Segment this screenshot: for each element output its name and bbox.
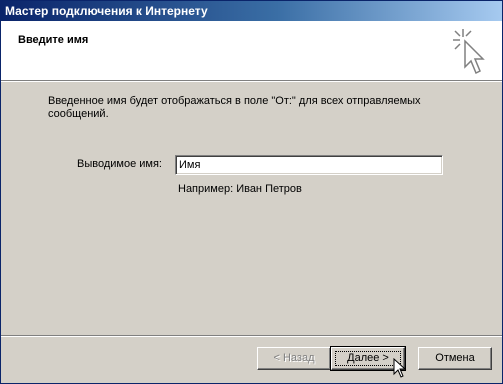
display-name-input[interactable]	[175, 155, 443, 175]
wizard-window: Мастер подключения к Интернету Введите и…	[0, 0, 503, 384]
wizard-header: Введите имя	[1, 21, 502, 80]
display-name-label: Выводимое имя:	[77, 158, 162, 170]
header-divider	[1, 80, 502, 82]
wizard-sparkle-cursor-icon	[453, 29, 485, 75]
footer-divider	[1, 335, 502, 337]
example-text: Например: Иван Петров	[178, 183, 302, 195]
window-title: Мастер подключения к Интернету	[5, 4, 208, 18]
title-bar[interactable]: Мастер подключения к Интернету	[1, 1, 502, 21]
back-button[interactable]: < Назад	[257, 347, 331, 370]
mouse-pointer-icon	[393, 358, 407, 378]
cancel-button[interactable]: Отмена	[418, 347, 492, 370]
focus-rect	[335, 351, 401, 366]
description-text: Введенное имя будет отображаться в поле …	[48, 95, 421, 120]
page-heading: Введите имя	[18, 34, 89, 46]
